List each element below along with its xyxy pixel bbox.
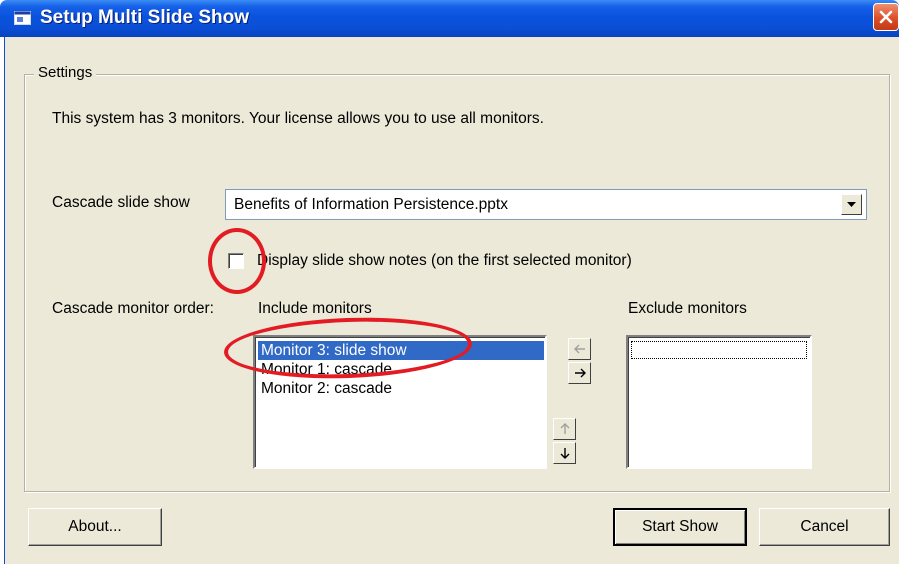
- cancel-button[interactable]: Cancel: [759, 508, 890, 546]
- exclude-monitors-list[interactable]: [626, 335, 812, 469]
- display-notes-label: Display slide show notes (on the first s…: [257, 252, 632, 269]
- focus-rect: [631, 341, 807, 359]
- close-icon: [879, 10, 893, 24]
- cascade-monitor-order-label: Cascade monitor order:: [52, 300, 214, 317]
- move-left-button[interactable]: [568, 338, 591, 360]
- about-button[interactable]: About...: [28, 508, 162, 546]
- arrow-down-icon: [560, 448, 570, 459]
- app-icon: [14, 11, 31, 25]
- move-down-button[interactable]: [553, 442, 576, 464]
- annotation-circle-checkbox: [208, 228, 266, 294]
- chevron-down-icon: [847, 202, 856, 207]
- arrow-up-icon: [560, 423, 570, 434]
- arrow-right-icon: [575, 368, 586, 378]
- move-right-button[interactable]: [568, 362, 591, 384]
- cascade-slide-show-combo[interactable]: Benefits of Information Persistence.pptx: [225, 189, 867, 220]
- include-monitors-label: Include monitors: [258, 300, 372, 317]
- move-up-button[interactable]: [553, 418, 576, 440]
- title-bar: Setup Multi Slide Show: [0, 0, 899, 37]
- close-button[interactable]: [873, 3, 899, 31]
- start-show-button[interactable]: Start Show: [613, 508, 747, 546]
- license-info-text: This system has 3 monitors. Your license…: [52, 110, 544, 127]
- exclude-monitors-label: Exclude monitors: [628, 300, 747, 317]
- cascade-slide-show-label: Cascade slide show: [52, 194, 190, 211]
- arrow-left-icon: [574, 344, 585, 354]
- window-title: Setup Multi Slide Show: [40, 7, 249, 28]
- cascade-slide-show-value: Benefits of Information Persistence.pptx: [234, 196, 508, 213]
- settings-legend: Settings: [34, 64, 97, 81]
- combo-dropdown-button[interactable]: [841, 194, 862, 215]
- list-item[interactable]: Monitor 2: cascade: [258, 379, 392, 398]
